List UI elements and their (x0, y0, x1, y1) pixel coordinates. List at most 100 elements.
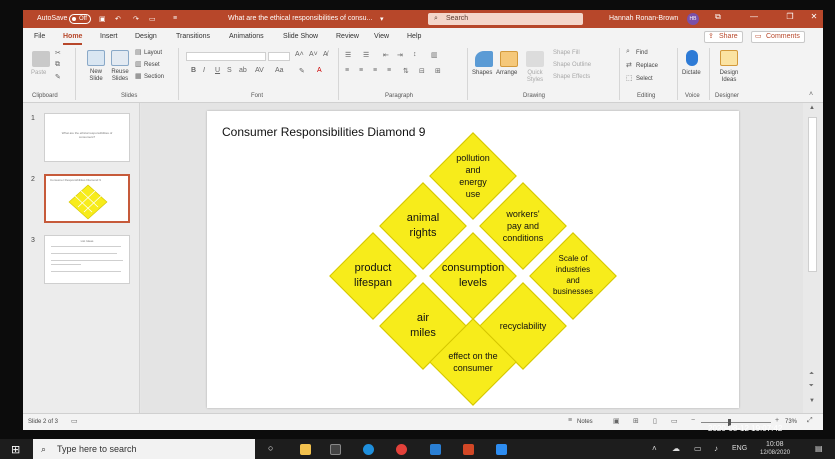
chrome-icon[interactable] (396, 444, 407, 455)
ribbon-display-icon[interactable]: ⧉ (711, 12, 725, 22)
onedrive-icon[interactable]: ☁ (672, 444, 680, 453)
undo-icon[interactable]: ↶ (115, 15, 121, 23)
powerpoint-taskbar-icon[interactable] (463, 444, 474, 455)
character-spacing-icon[interactable]: AV (255, 67, 264, 74)
zoom-out-icon[interactable]: − (691, 417, 695, 424)
search-box[interactable]: ⌕ Search (428, 13, 583, 25)
shape-effects-button[interactable]: Shape Effects (553, 74, 590, 80)
shapes-icon[interactable] (475, 51, 493, 67)
decrease-font-size-icon[interactable]: A˅ (309, 51, 318, 58)
columns-icon[interactable]: ▥ (431, 51, 438, 59)
format-painter-icon[interactable]: ✎ (55, 73, 61, 81)
close-icon[interactable]: ✕ (807, 12, 821, 21)
bold-button[interactable]: B (191, 67, 196, 74)
bullets-icon[interactable]: ☰ (345, 51, 351, 59)
tab-transitions[interactable]: Transitions (176, 33, 210, 40)
design-ideas-button[interactable]: Design Ideas (716, 70, 742, 84)
avatar[interactable]: HB (687, 13, 699, 25)
tab-design[interactable]: Design (135, 33, 157, 40)
paste-button[interactable]: Paste (31, 70, 46, 76)
arrange-button[interactable]: Arrange (496, 70, 517, 76)
language-indicator[interactable]: ENG (732, 445, 747, 452)
battery-icon[interactable]: ▭ (694, 444, 702, 453)
volume-icon[interactable]: ♪ (714, 444, 718, 453)
diamond-9[interactable]: effect on the consumer (429, 318, 517, 406)
justify-icon[interactable]: ≡ (387, 67, 391, 74)
notifications-icon[interactable]: ▤ (815, 444, 823, 453)
collapse-ribbon-icon[interactable]: ˄ (809, 91, 813, 98)
shapes-button[interactable]: Shapes (472, 70, 492, 76)
tab-help[interactable]: Help (407, 33, 421, 40)
numbering-icon[interactable]: ☰ (363, 51, 369, 59)
previous-slide-icon[interactable]: ⏶ (809, 371, 814, 378)
font-name-field[interactable] (186, 52, 266, 61)
slide-show-icon[interactable]: ▭ (671, 417, 678, 425)
quick-styles-icon[interactable] (526, 51, 544, 67)
comments-button[interactable]: ▭ Comments (751, 31, 805, 43)
tab-home[interactable]: Home (63, 33, 83, 45)
design-ideas-icon[interactable] (720, 50, 738, 66)
tab-file[interactable]: File (34, 33, 45, 40)
vertical-scrollbar[interactable]: ▲ ⏶ ⏷ ▼ (803, 103, 823, 413)
text-direction-icon[interactable]: ⇅ (403, 67, 409, 75)
slide-sorter-icon[interactable]: ⊞ (633, 417, 639, 425)
thumbnail-slide-1[interactable]: What are the ethical responsibilities of… (44, 113, 130, 162)
edge-icon[interactable] (363, 444, 374, 455)
align-left-icon[interactable]: ≡ (345, 67, 349, 74)
reset-button[interactable]: Reset (144, 62, 160, 68)
scroll-down-icon[interactable]: ▼ (809, 398, 815, 404)
reuse-slides-button[interactable]: Reuse Slides (109, 69, 131, 83)
save-icon[interactable]: ▣ (99, 15, 106, 23)
text-shadow-icon[interactable]: ab (239, 67, 247, 74)
notes-button[interactable]: Notes (577, 419, 593, 425)
zoom-level[interactable]: 73% (785, 419, 797, 425)
scroll-up-icon[interactable]: ▲ (809, 105, 815, 111)
tab-slide-show[interactable]: Slide Show (283, 33, 318, 40)
store-icon[interactable] (330, 444, 341, 455)
zoom-in-icon[interactable]: + (775, 417, 779, 424)
file-explorer-icon[interactable] (300, 444, 311, 455)
fit-to-window-icon[interactable]: ⤢ (807, 417, 813, 425)
next-slide-icon[interactable]: ⏷ (809, 383, 814, 390)
paste-icon[interactable] (32, 51, 50, 67)
teams-icon[interactable] (496, 444, 507, 455)
align-center-icon[interactable]: ≡ (359, 67, 363, 74)
customize-toolbar-icon[interactable]: ≡ (173, 15, 177, 22)
shape-fill-button[interactable]: Shape Fill (553, 50, 580, 56)
font-color-icon[interactable]: A (317, 67, 322, 74)
dictate-button[interactable]: Dictate (682, 70, 701, 76)
increase-indent-icon[interactable]: ⇥ (397, 51, 403, 59)
tab-review[interactable]: Review (336, 33, 359, 40)
change-case-icon[interactable]: Aa (275, 67, 284, 74)
title-dropdown-icon[interactable]: ▾ (380, 15, 384, 23)
font-size-field[interactable] (268, 52, 290, 61)
show-hidden-icons[interactable]: ˄ (652, 444, 657, 453)
start-from-beginning-icon[interactable]: ▭ (149, 15, 156, 23)
italic-button[interactable]: I (203, 67, 205, 74)
reading-view-icon[interactable]: ▯ (653, 417, 657, 425)
share-button[interactable]: ⇪ Share (704, 31, 743, 43)
windows-start-icon[interactable]: ⊞ (11, 443, 20, 456)
mail-icon[interactable] (430, 444, 441, 455)
tab-animations[interactable]: Animations (229, 33, 264, 40)
slide-title[interactable]: Consumer Responsibilities Diamond 9 (222, 125, 425, 139)
user-name[interactable]: Hannah Ronan-Brown (609, 15, 678, 22)
taskbar-search[interactable]: ⌕ Type here to search (33, 439, 255, 459)
underline-button[interactable]: U (215, 67, 220, 74)
clock-time[interactable]: 10:08 (766, 441, 784, 448)
new-slide-button[interactable]: New Slide (86, 69, 106, 83)
spell-check-icon[interactable]: ▭ (71, 417, 78, 425)
find-button[interactable]: Find (636, 50, 648, 56)
copy-icon[interactable]: ⧉ (55, 61, 60, 69)
decrease-indent-icon[interactable]: ⇤ (383, 51, 389, 59)
minimize-icon[interactable]: — (747, 12, 761, 21)
line-spacing-icon[interactable]: ↕ (413, 51, 417, 58)
new-slide-icon[interactable] (87, 50, 105, 66)
cut-icon[interactable]: ✂ (55, 49, 61, 57)
microphone-icon[interactable] (686, 50, 698, 66)
section-button[interactable]: Section (144, 74, 164, 80)
arrange-icon[interactable] (500, 51, 518, 67)
clear-formatting-icon[interactable]: A̸ (323, 51, 328, 58)
thumbnail-slide-3[interactable]: List Ideas (44, 235, 130, 284)
increase-font-size-icon[interactable]: A˄ (295, 51, 304, 58)
